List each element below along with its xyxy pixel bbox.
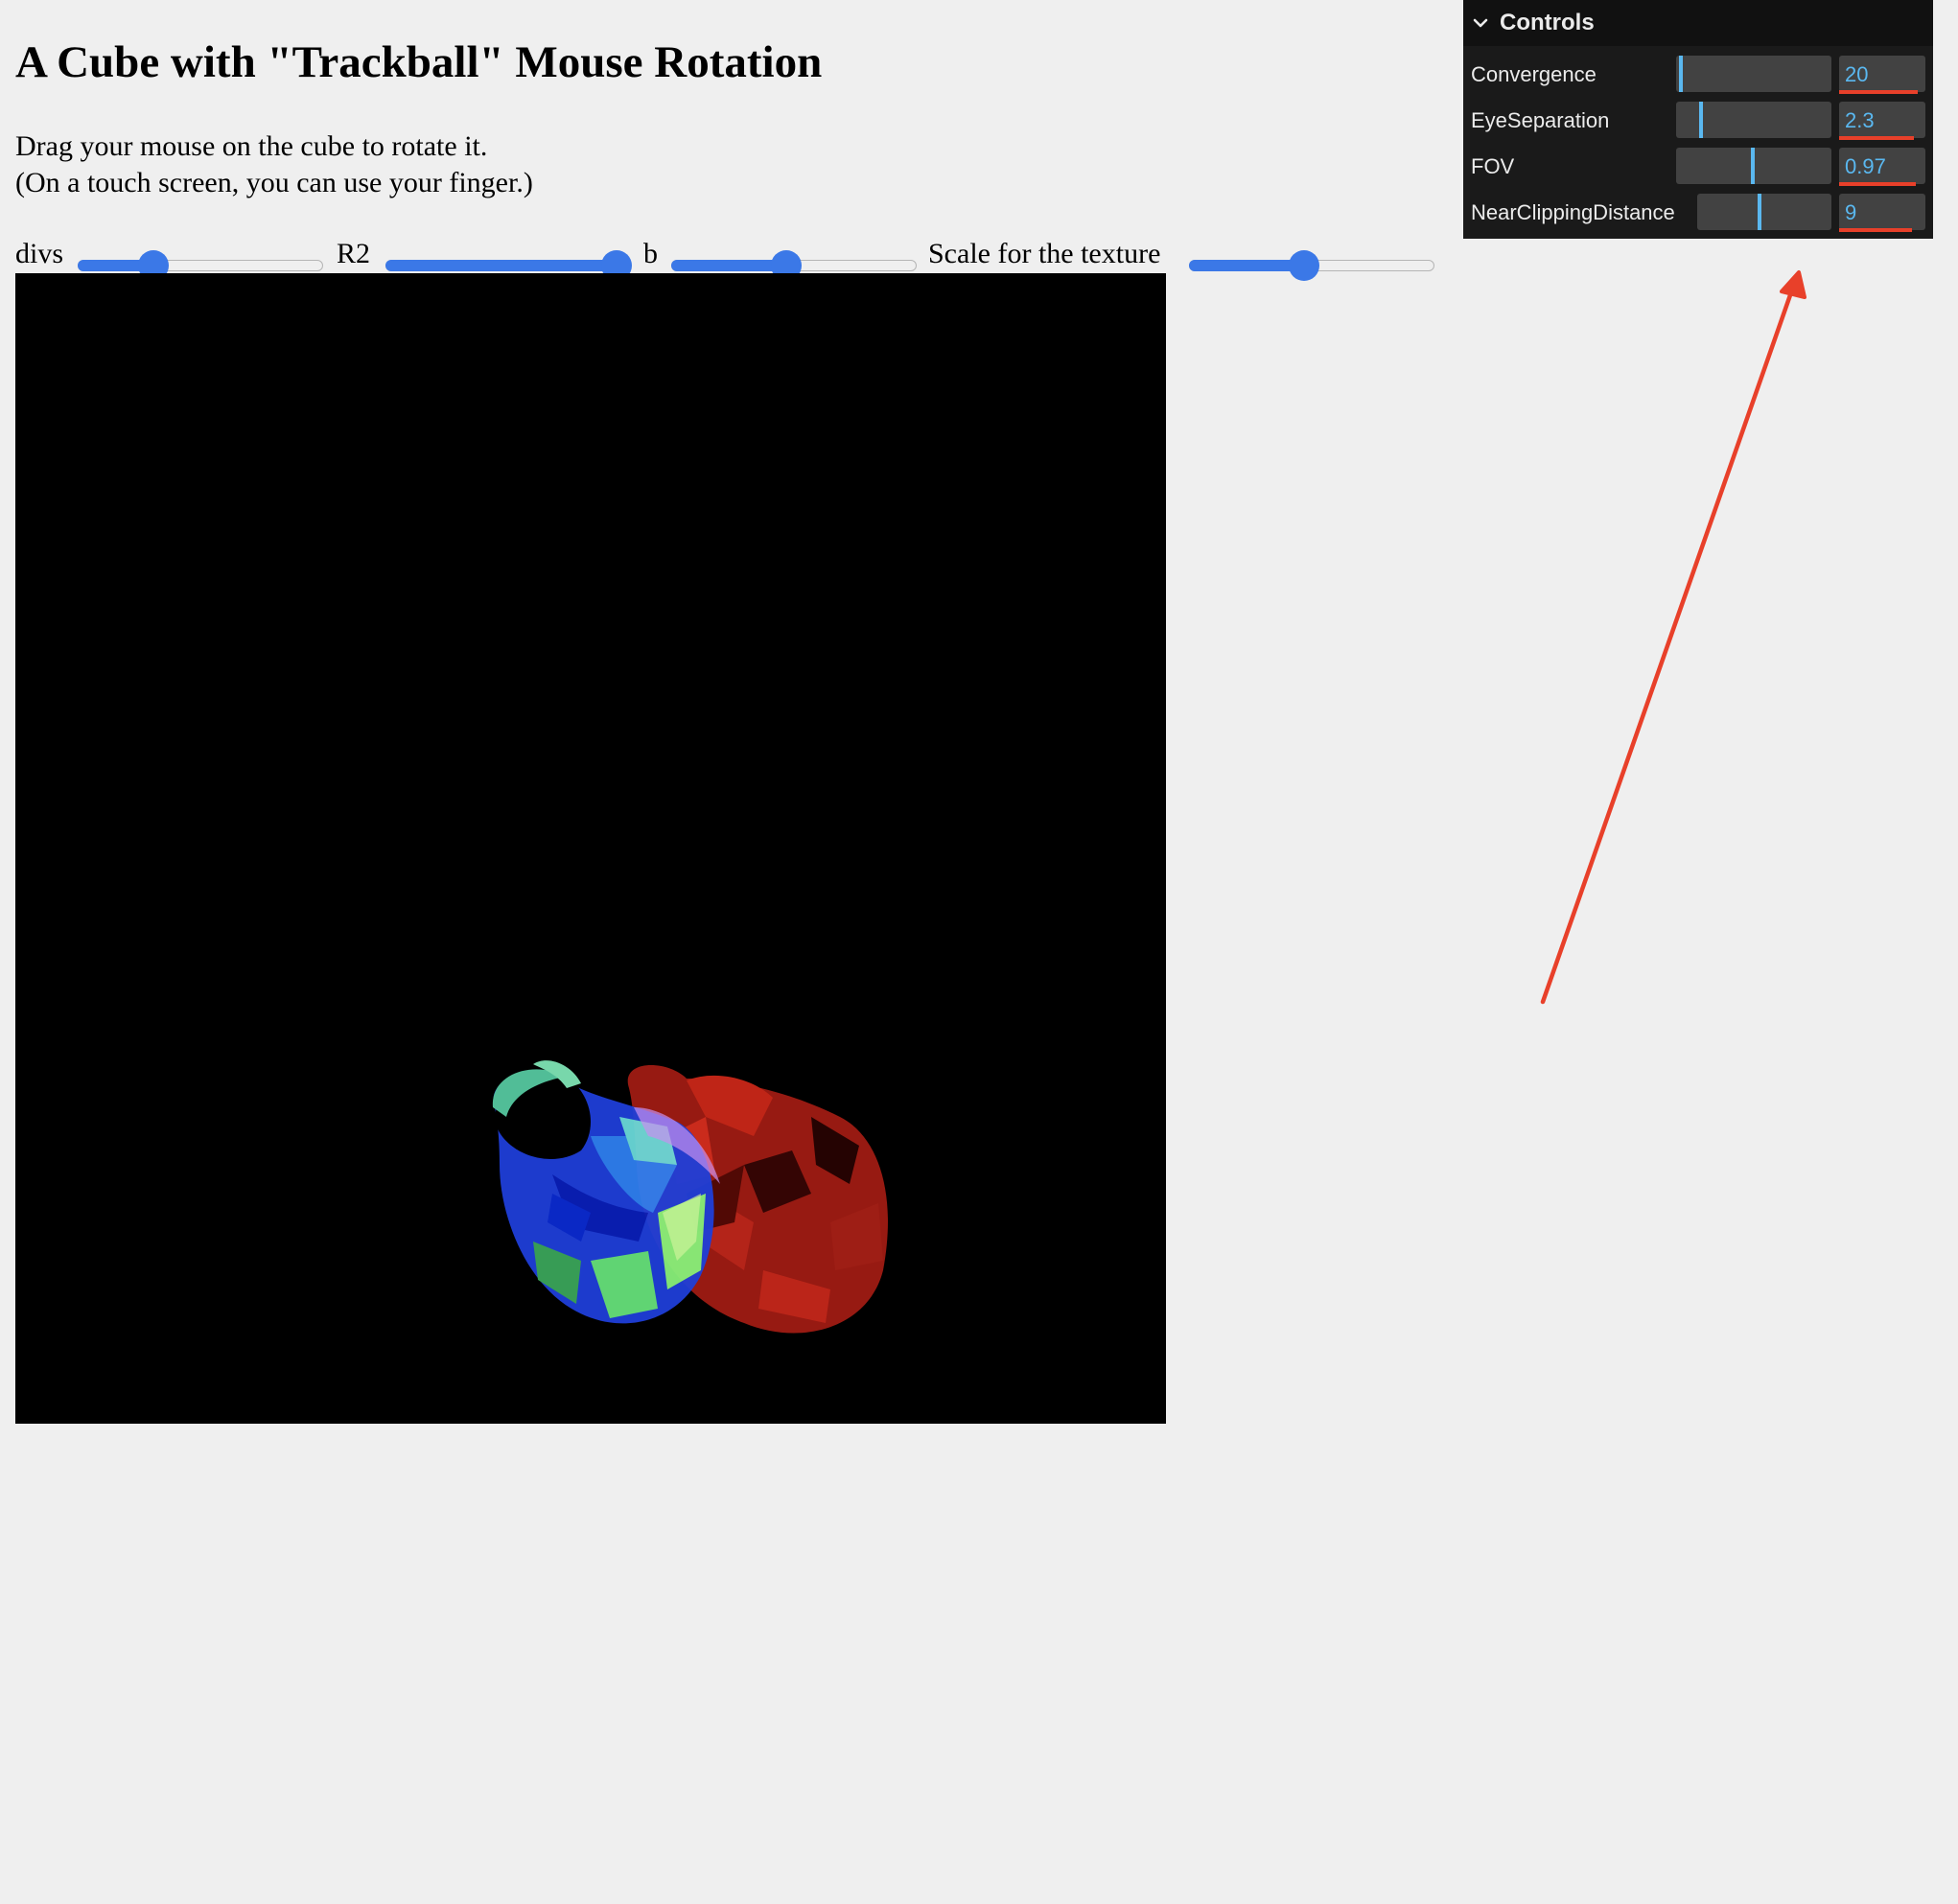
nearclippingdistance-value: 9: [1845, 200, 1857, 224]
eyeseparation-slider-knob[interactable]: [1699, 102, 1704, 138]
nearclippingdistance-label: NearClippingDistance: [1471, 200, 1675, 224]
convergence-input[interactable]: 20: [1839, 56, 1925, 94]
control-row-eyeseparation: EyeSeparation 2.3: [1463, 102, 1933, 140]
controls-panel: Controls Convergence 20 EyeSeparation 2.…: [1463, 0, 1933, 239]
divs-label: divs: [15, 238, 64, 269]
control-row-fov: FOV 0.97: [1463, 148, 1933, 186]
nearclippingdistance-input-underline: [1839, 228, 1912, 232]
eyeseparation-label: EyeSeparation: [1471, 108, 1610, 132]
control-row-convergence: Convergence 20: [1463, 56, 1933, 94]
eyeseparation-value: 2.3: [1845, 108, 1875, 132]
texture-scale-label: Scale for the texture: [928, 238, 1161, 269]
convergence-value: 20: [1845, 62, 1869, 86]
convergence-input-underline: [1839, 90, 1918, 94]
nearclippingdistance-slider[interactable]: [1697, 194, 1831, 230]
nearclippingdistance-input[interactable]: 9: [1839, 194, 1925, 232]
fov-slider[interactable]: [1676, 148, 1831, 184]
texture-scale-slider-thumb[interactable]: [1289, 250, 1320, 281]
fov-label: FOV: [1471, 154, 1515, 178]
b-label: b: [643, 238, 658, 269]
b-slider-fill: [671, 260, 787, 271]
controls-panel-header[interactable]: Controls: [1463, 0, 1933, 46]
eyeseparation-slider[interactable]: [1676, 102, 1831, 138]
instructions: Drag your mouse on the cube to rotate it…: [15, 128, 533, 201]
chevron-down-icon[interactable]: [1469, 12, 1492, 35]
control-row-nearclippingdistance: NearClippingDistance 9: [1463, 194, 1933, 232]
controls-panel-title: Controls: [1500, 10, 1595, 35]
texture-scale-slider[interactable]: [1189, 250, 1434, 281]
fov-input[interactable]: 0.97: [1839, 148, 1925, 186]
instruction-line-1: Drag your mouse on the cube to rotate it…: [15, 130, 488, 162]
page-title: A Cube with "Trackball" Mouse Rotation: [15, 37, 823, 87]
eyeseparation-input[interactable]: 2.3: [1839, 102, 1925, 140]
texture-scale-slider-fill: [1189, 260, 1305, 271]
convergence-label: Convergence: [1471, 62, 1597, 86]
instruction-line-2: (On a touch screen, you can use your fin…: [15, 167, 533, 198]
fov-slider-knob[interactable]: [1750, 148, 1755, 184]
render-canvas[interactable]: [15, 273, 1166, 1424]
rendered-shape: [492, 1060, 888, 1334]
r2-slider-fill: [385, 260, 617, 271]
convergence-slider[interactable]: [1676, 56, 1831, 92]
fov-value: 0.97: [1845, 154, 1886, 178]
convergence-slider-knob[interactable]: [1679, 56, 1684, 92]
r2-label: R2: [337, 238, 371, 269]
eyeseparation-input-underline: [1839, 136, 1914, 140]
fov-input-underline: [1839, 182, 1916, 186]
nearclippingdistance-slider-knob[interactable]: [1758, 194, 1761, 230]
